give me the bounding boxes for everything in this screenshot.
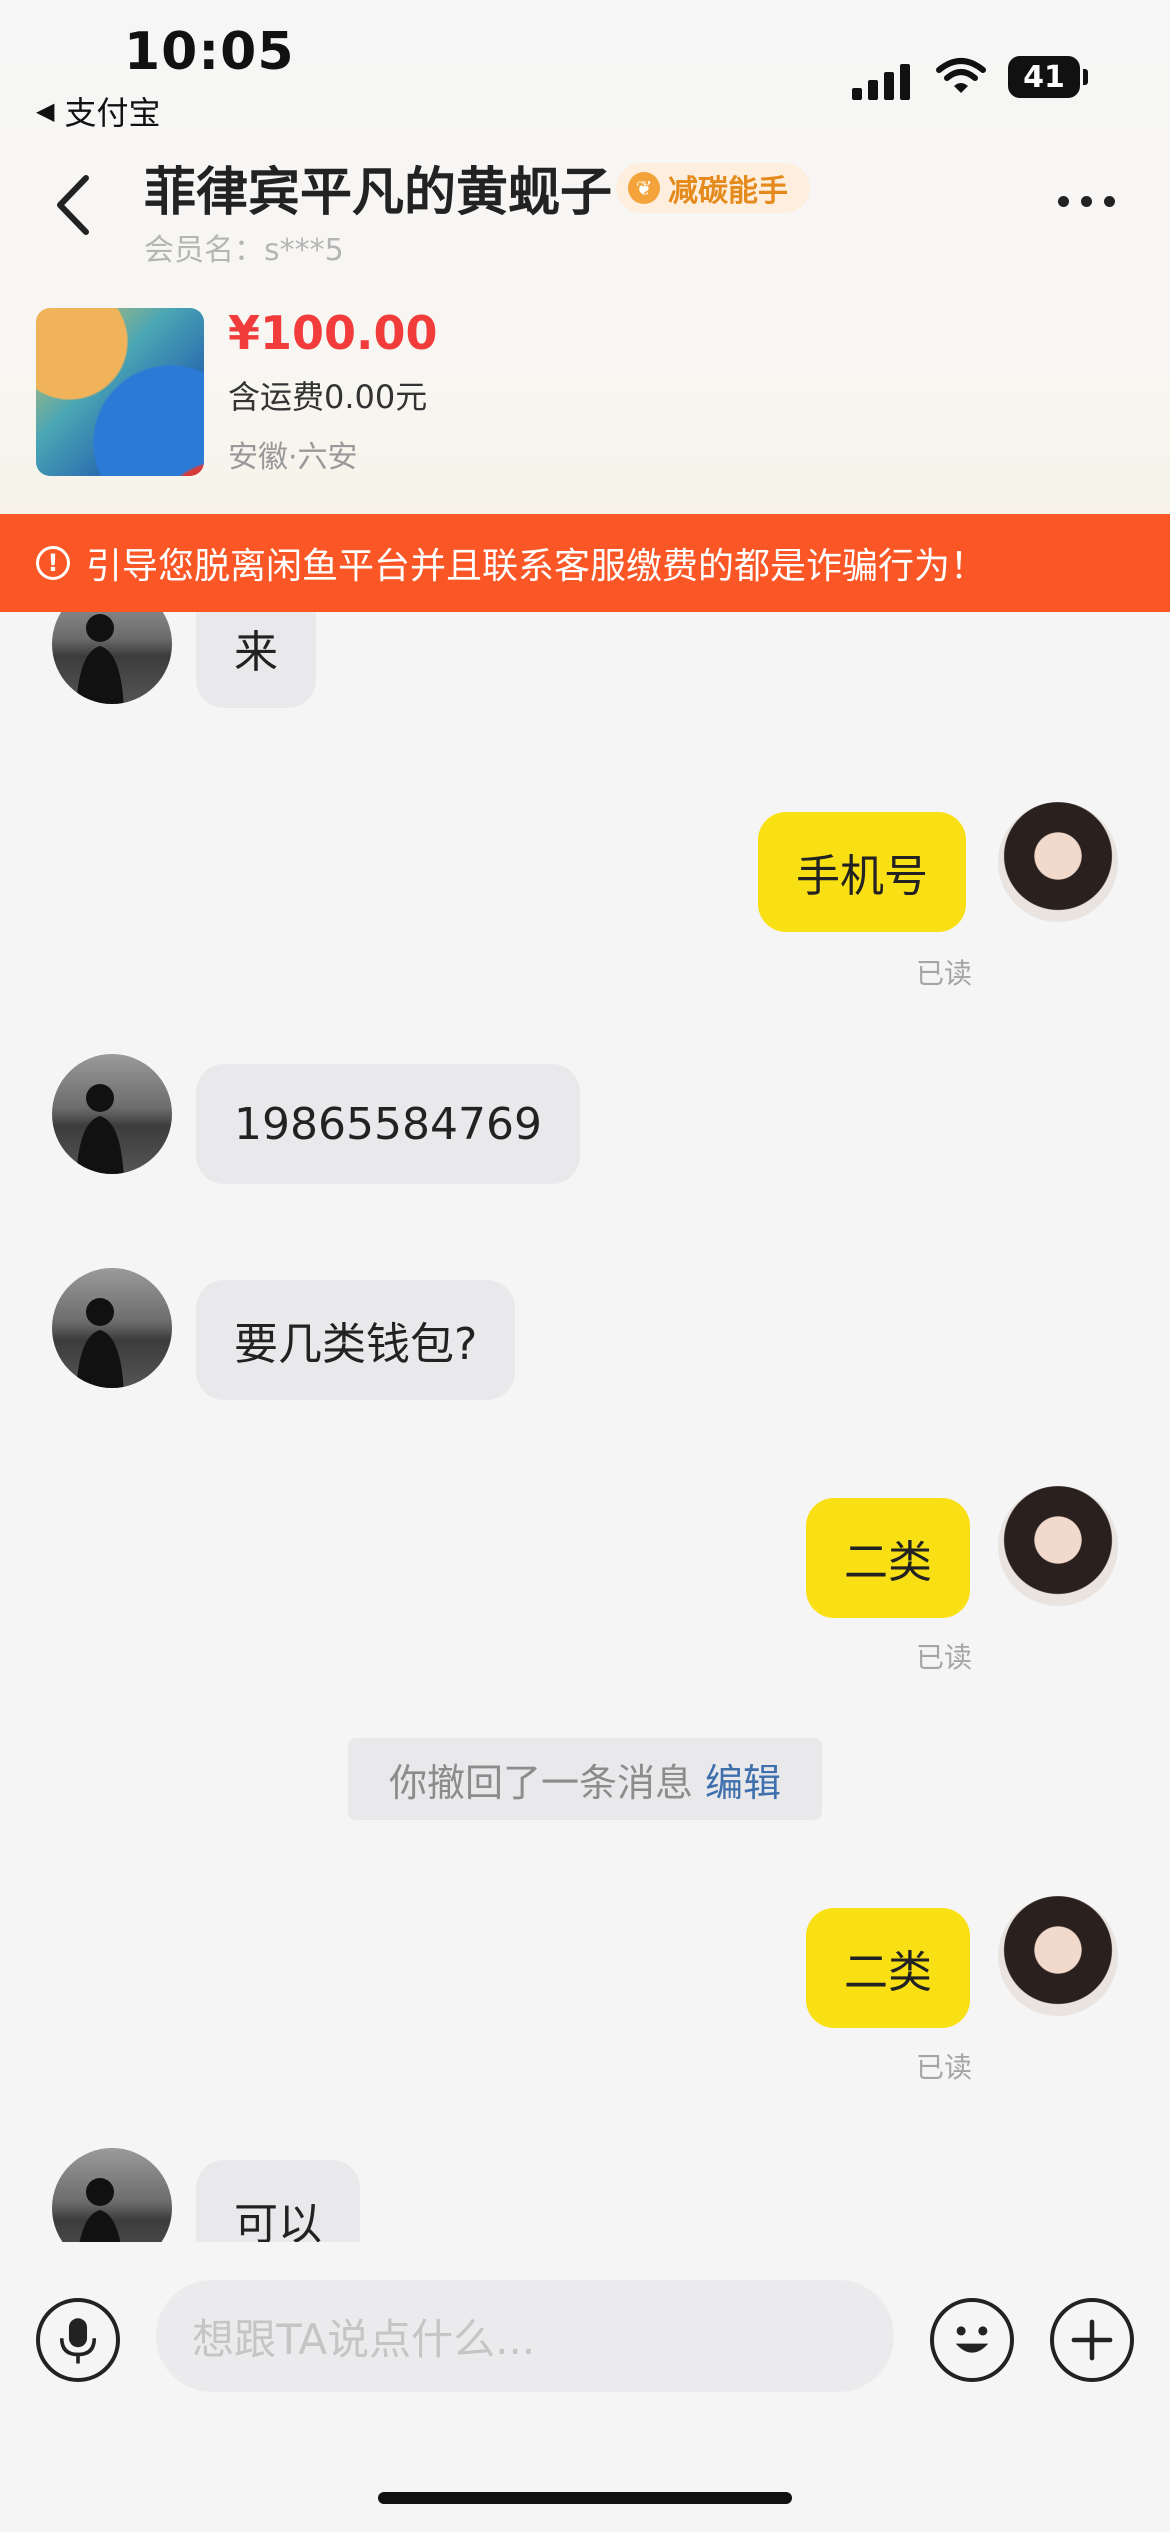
message-bubble[interactable]: 二类 (806, 1498, 970, 1618)
avatar[interactable] (998, 1486, 1118, 1606)
badge-label: 减碳能手 (668, 174, 788, 209)
chevron-left-icon[interactable] (48, 170, 98, 240)
product-location: 安徽·六安 (228, 440, 358, 475)
user-badge[interactable]: ❦ 减碳能手 (616, 163, 810, 213)
chat-title: 菲律宾平凡的黄蚬子 (144, 163, 613, 223)
avatar[interactable] (52, 1054, 172, 1174)
emoji-icon[interactable] (930, 2298, 1014, 2382)
avatar[interactable] (52, 1268, 172, 1388)
alert-icon: ! (36, 546, 70, 580)
avatar[interactable] (998, 1896, 1118, 2016)
read-status: 已读 (916, 2051, 973, 2084)
battery-level: 41 (1008, 56, 1080, 98)
message-bubble[interactable]: 手机号 (758, 812, 966, 932)
product-price: ¥100.00 (228, 306, 438, 360)
fraud-warning-banner: ! 引导您脱离闲鱼平台并且联系客服缴费的都是诈骗行为！ (0, 514, 1170, 612)
read-status: 已读 (916, 957, 973, 990)
wifi-icon (936, 58, 986, 93)
back-app-label: 支付宝 (64, 94, 161, 132)
edit-link[interactable]: 编辑 (705, 1752, 781, 1807)
back-triangle-icon: ◀ (36, 97, 55, 125)
leaf-icon: ❦ (628, 172, 660, 204)
avatar[interactable] (998, 802, 1118, 922)
product-image[interactable] (36, 308, 204, 476)
message-bubble[interactable]: 要几类钱包? (196, 1280, 516, 1400)
message-bubble[interactable]: 二类 (806, 1908, 970, 2028)
message-bubble[interactable]: 来 (196, 612, 316, 708)
more-dots-icon[interactable] (1058, 196, 1115, 207)
battery-icon: 41 (1008, 56, 1088, 98)
avatar[interactable] (52, 2148, 172, 2242)
plus-icon[interactable] (1050, 2298, 1134, 2382)
product-shipping: 含运费0.00元 (228, 378, 428, 416)
avatar[interactable] (52, 612, 172, 704)
chat-messages[interactable]: 来 手机号 已读 19865584769 要几类钱包? 二类 已读 你撤回了一条… (0, 612, 1170, 2242)
message-bubble[interactable]: 可以 (196, 2160, 360, 2242)
status-time: 10:05 (124, 22, 295, 82)
member-name: 会员名：s***5 (144, 233, 344, 268)
read-status: 已读 (916, 1641, 973, 1674)
home-indicator[interactable] (378, 2492, 792, 2504)
microphone-icon[interactable] (36, 2298, 120, 2382)
recall-text: 你撤回了一条消息 (388, 1760, 693, 1805)
message-bubble[interactable]: 19865584769 (196, 1064, 580, 1184)
recall-notice: 你撤回了一条消息 编辑 (348, 1738, 822, 1820)
message-input[interactable]: 想跟TA说点什么... (156, 2280, 894, 2392)
warning-text: 引导您脱离闲鱼平台并且联系客服缴费的都是诈骗行为！ (86, 546, 987, 587)
back-to-app-link[interactable]: ◀ 支付宝 (36, 88, 160, 134)
cellular-signal-icon (852, 58, 914, 100)
